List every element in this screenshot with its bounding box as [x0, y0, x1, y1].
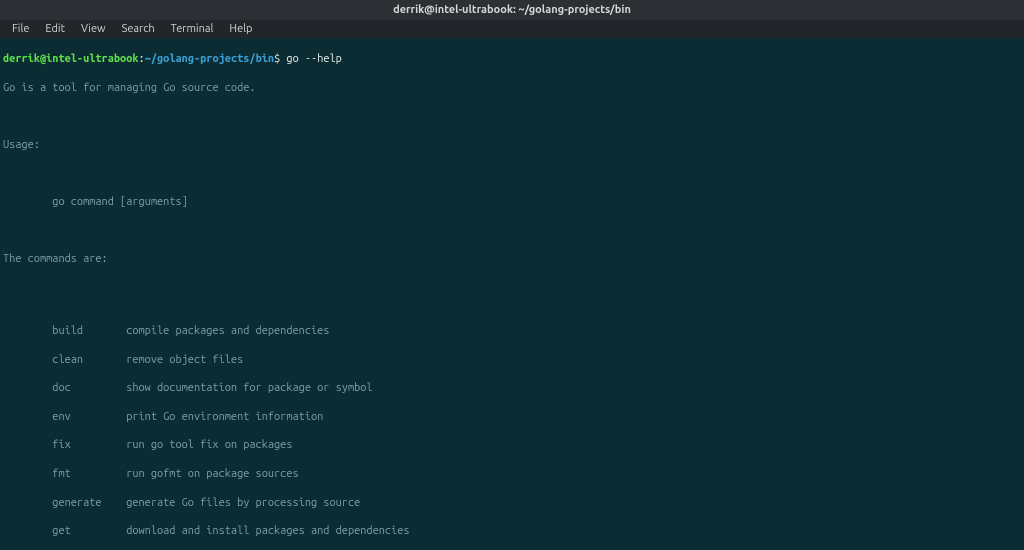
menu-file[interactable]: File	[4, 20, 37, 38]
menu-terminal[interactable]: Terminal	[163, 20, 222, 38]
menu-help[interactable]: Help	[221, 20, 260, 38]
command-desc: compile packages and dependencies	[126, 325, 329, 337]
blank	[3, 167, 1021, 181]
command-name: fix	[52, 438, 126, 452]
commands-header: The commands are:	[3, 252, 1021, 266]
command-row: buildcompile packages and dependencies	[3, 324, 1021, 338]
usage-line: go command [arguments]	[3, 195, 1021, 209]
command-row: envprint Go environment information	[3, 410, 1021, 424]
menubar: File Edit View Search Terminal Help	[0, 20, 1024, 38]
usage-text: go command [arguments]	[52, 196, 188, 208]
command-row: fixrun go tool fix on packages	[3, 438, 1021, 452]
command-row: fmtrun gofmt on package sources	[3, 467, 1021, 481]
command-row: generategenerate Go files by processing …	[3, 496, 1021, 510]
prompt-user-host: derrik@intel-ultrabook	[3, 53, 139, 65]
command-desc: print Go environment information	[126, 411, 323, 423]
command-name: generate	[52, 496, 126, 510]
command-row: docshow documentation for package or sym…	[3, 381, 1021, 395]
window-title: derrik@intel-ultrabook: ~/golang-project…	[393, 3, 631, 17]
command-desc: show documentation for package or symbol	[126, 382, 372, 394]
command-name: fmt	[52, 467, 126, 481]
command-desc: run gofmt on package sources	[126, 468, 298, 480]
blank	[3, 109, 1021, 123]
menu-search[interactable]: Search	[114, 20, 163, 38]
command-row: cleanremove object files	[3, 353, 1021, 367]
command-desc: run go tool fix on packages	[126, 439, 292, 451]
terminal-viewport[interactable]: derrik@intel-ultrabook:~/golang-projects…	[0, 38, 1024, 550]
entered-command: go --help	[286, 53, 341, 65]
command-name: get	[52, 524, 126, 538]
usage-label: Usage:	[3, 138, 1021, 152]
command-name: env	[52, 410, 126, 424]
command-row: getdownload and install packages and dep…	[3, 524, 1021, 538]
blank	[3, 281, 1021, 295]
command-name: doc	[52, 381, 126, 395]
commands-list: buildcompile packages and dependencies c…	[3, 310, 1021, 550]
prompt-path: ~/golang-projects/bin	[145, 53, 274, 65]
command-name: build	[52, 324, 126, 338]
menu-view[interactable]: View	[73, 20, 114, 38]
command-desc: remove object files	[126, 354, 243, 366]
command-name: clean	[52, 353, 126, 367]
command-desc: generate Go files by processing source	[126, 497, 360, 509]
output-intro: Go is a tool for managing Go source code…	[3, 81, 1021, 95]
menu-edit[interactable]: Edit	[37, 20, 73, 38]
prompt-line-1: derrik@intel-ultrabook:~/golang-projects…	[3, 52, 1021, 66]
window-titlebar: derrik@intel-ultrabook: ~/golang-project…	[0, 0, 1024, 20]
command-desc: download and install packages and depend…	[126, 525, 409, 537]
blank	[3, 224, 1021, 238]
